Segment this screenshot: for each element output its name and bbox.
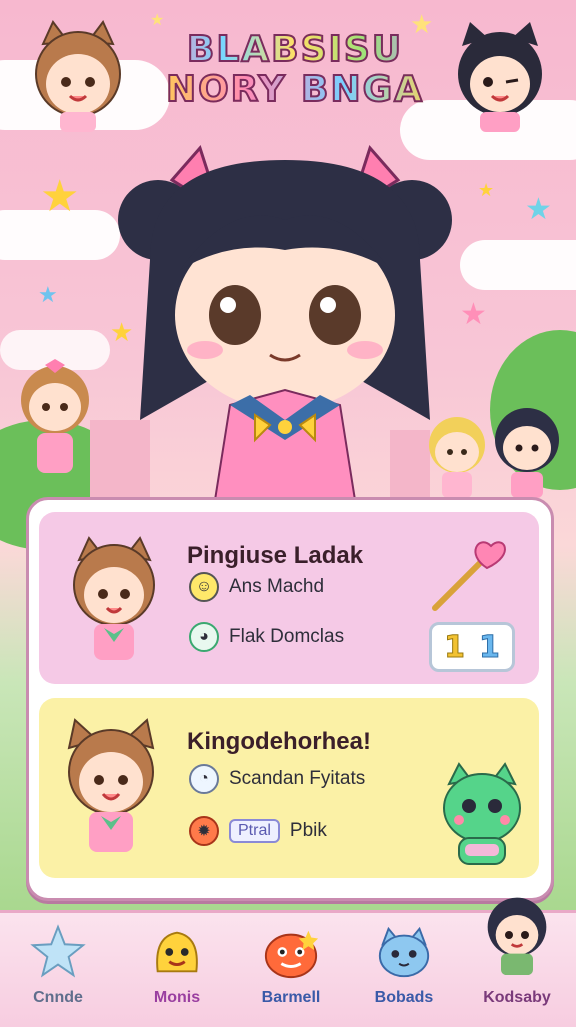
score-left: 1 bbox=[444, 629, 466, 665]
black-hair-girl-avatar[interactable] bbox=[440, 14, 560, 134]
smiley-icon: ☺ bbox=[189, 572, 219, 602]
title-line-2: NORY BNGA bbox=[150, 69, 440, 111]
nav-item-cnnde[interactable]: Cnnde bbox=[3, 913, 113, 1027]
title-line-1: BLABSISU bbox=[150, 29, 440, 71]
card-stat-row: ✹ Ptral Pbik bbox=[189, 816, 327, 846]
nav-item-barmell[interactable]: Barmell bbox=[236, 913, 346, 1027]
card-stat-text: Pbik bbox=[289, 820, 327, 841]
star-icon bbox=[30, 924, 86, 978]
nav-label: Bobads bbox=[374, 989, 434, 1006]
star-icon: ★ bbox=[460, 297, 487, 332]
card-stat-row: ☺ Ans Machd bbox=[189, 572, 324, 602]
blue-cat-icon bbox=[378, 926, 430, 978]
ghost-icon: ◕ bbox=[189, 622, 219, 652]
star-icon: ★ bbox=[478, 180, 495, 201]
ghost-icon: ◔ bbox=[189, 764, 219, 794]
nav-label: Barmell bbox=[261, 989, 321, 1006]
fire-creature-icon: ✹ bbox=[189, 816, 219, 846]
character-card[interactable]: Kingodehorhea! ◔ Scandan Fyitats ✹ Ptral… bbox=[39, 698, 539, 878]
card-tag: Ptral bbox=[229, 819, 280, 843]
green-monster-icon bbox=[443, 762, 521, 865]
nav-label: Monis bbox=[153, 989, 201, 1006]
star-icon: ★ bbox=[40, 171, 80, 222]
nav-item-bobads[interactable]: Bobads bbox=[349, 913, 459, 1027]
card-title: Kingodehorhea! bbox=[187, 728, 371, 755]
card-stat-text: Scandan Fyitats bbox=[229, 768, 366, 789]
bottom-nav: Cnnde Monis Barmell Bobads Kodsaby bbox=[0, 897, 576, 1027]
card-stat-row: ◔ Scandan Fyitats bbox=[189, 764, 365, 794]
star-icon: ★ bbox=[38, 283, 58, 308]
nav-item-monis[interactable]: Monis bbox=[122, 913, 232, 1027]
nav-item-kodsaby[interactable]: Kodsaby bbox=[462, 897, 572, 1027]
yellow-monster-icon bbox=[156, 931, 198, 973]
side-character-black-hair[interactable] bbox=[485, 400, 570, 500]
score-badge: 1 1 bbox=[429, 622, 515, 672]
star-icon: ★ bbox=[525, 192, 552, 227]
character-panel: Pingiuse Ladak ☺ Ans Machd ◕ Flak Domcla… bbox=[26, 497, 554, 901]
card-stat-row: ◕ Flak Domclas bbox=[189, 622, 344, 652]
brown-hair-girl-avatar[interactable] bbox=[18, 14, 138, 134]
character-card[interactable]: Pingiuse Ladak ☺ Ans Machd ◕ Flak Domcla… bbox=[39, 512, 539, 684]
nav-label: Kodsaby bbox=[483, 989, 551, 1006]
main-character[interactable] bbox=[110, 140, 460, 500]
heart-wand-icon bbox=[432, 541, 506, 611]
star-icon: ★ bbox=[150, 10, 165, 29]
nav-label: Cnnde bbox=[33, 989, 83, 1006]
score-right: 1 bbox=[479, 629, 501, 665]
card-stat-text: Flak Domclas bbox=[229, 626, 345, 647]
game-title: BLABSISU NORY BNGA bbox=[150, 29, 440, 111]
side-character-blonde[interactable] bbox=[420, 410, 495, 500]
girl-avatar-icon bbox=[487, 897, 547, 975]
cat-ear-girl-portrait bbox=[67, 718, 155, 852]
brown-hair-girl-portrait bbox=[73, 536, 155, 660]
card-title: Pingiuse Ladak bbox=[187, 542, 364, 569]
side-character-girl-left[interactable] bbox=[10, 355, 100, 485]
card-stat-text: Ans Machd bbox=[229, 576, 325, 597]
orange-monster-icon bbox=[264, 930, 319, 979]
